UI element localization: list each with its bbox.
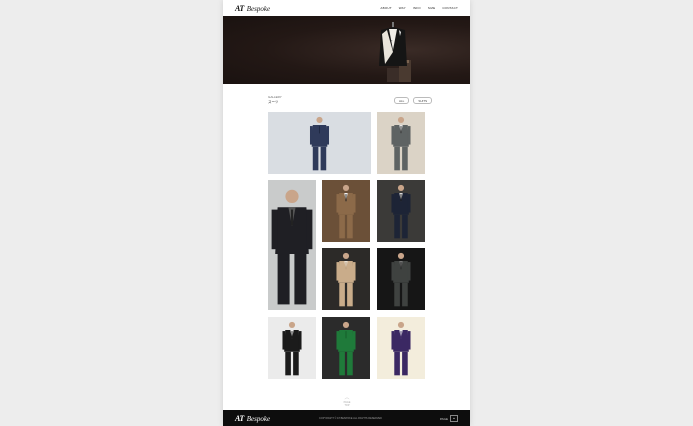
gallery-photo-black-suit-white-bg[interactable] bbox=[268, 317, 316, 379]
footer-page-top[interactable]: PAGE ▲ bbox=[440, 415, 458, 422]
page-top-label: PAGE TOP bbox=[343, 401, 351, 407]
footer: AT Bespoke COPYRIGHT © AT BESPOKE ALL RI… bbox=[223, 410, 470, 426]
suit-figure-icon bbox=[377, 112, 425, 174]
suit-figure-icon bbox=[377, 248, 425, 310]
suit-figure-icon bbox=[377, 317, 425, 379]
gallery-photo-purple-suit[interactable] bbox=[377, 317, 425, 379]
suit-figure-icon bbox=[268, 180, 316, 310]
gallery-photo-navy-double-breasted[interactable] bbox=[268, 112, 371, 174]
gallery-photo-grey-suit[interactable] bbox=[377, 112, 425, 174]
footer-logo-name: Bespoke bbox=[246, 414, 271, 423]
gallery-photo-camel-suit-detail[interactable] bbox=[322, 180, 370, 242]
copyright-text: COPYRIGHT © AT BESPOKE ALL RIGHTS RESERV… bbox=[319, 417, 382, 420]
footer-page-label: PAGE bbox=[439, 416, 448, 421]
gallery-photo-beige-suit-runway[interactable] bbox=[322, 248, 370, 310]
suit-figure-icon bbox=[268, 112, 371, 174]
suit-figure-icon bbox=[377, 180, 425, 242]
footer-logo-mark: AT bbox=[235, 414, 244, 423]
gallery-photo-black-suit-tall[interactable] bbox=[268, 180, 316, 310]
gallery-photo-green-suit[interactable] bbox=[322, 317, 370, 379]
gallery-photo-runway-navy[interactable] bbox=[377, 180, 425, 242]
gallery-photo-charcoal-suit-dark[interactable] bbox=[377, 248, 425, 310]
suit-figure-icon bbox=[322, 180, 370, 242]
footer-logo[interactable]: AT Bespoke bbox=[235, 414, 270, 423]
arrow-up-icon: ▲ bbox=[450, 415, 458, 422]
gallery-grid bbox=[223, 0, 470, 426]
page-top-link[interactable]: ︿ PAGE TOP bbox=[341, 396, 353, 408]
page-container: AT Bespoke ABOUT WAY INFO SIZE CONTACT G… bbox=[223, 0, 470, 426]
suit-figure-icon bbox=[322, 248, 370, 310]
suit-figure-icon bbox=[322, 317, 370, 379]
suit-figure-icon bbox=[268, 317, 316, 379]
